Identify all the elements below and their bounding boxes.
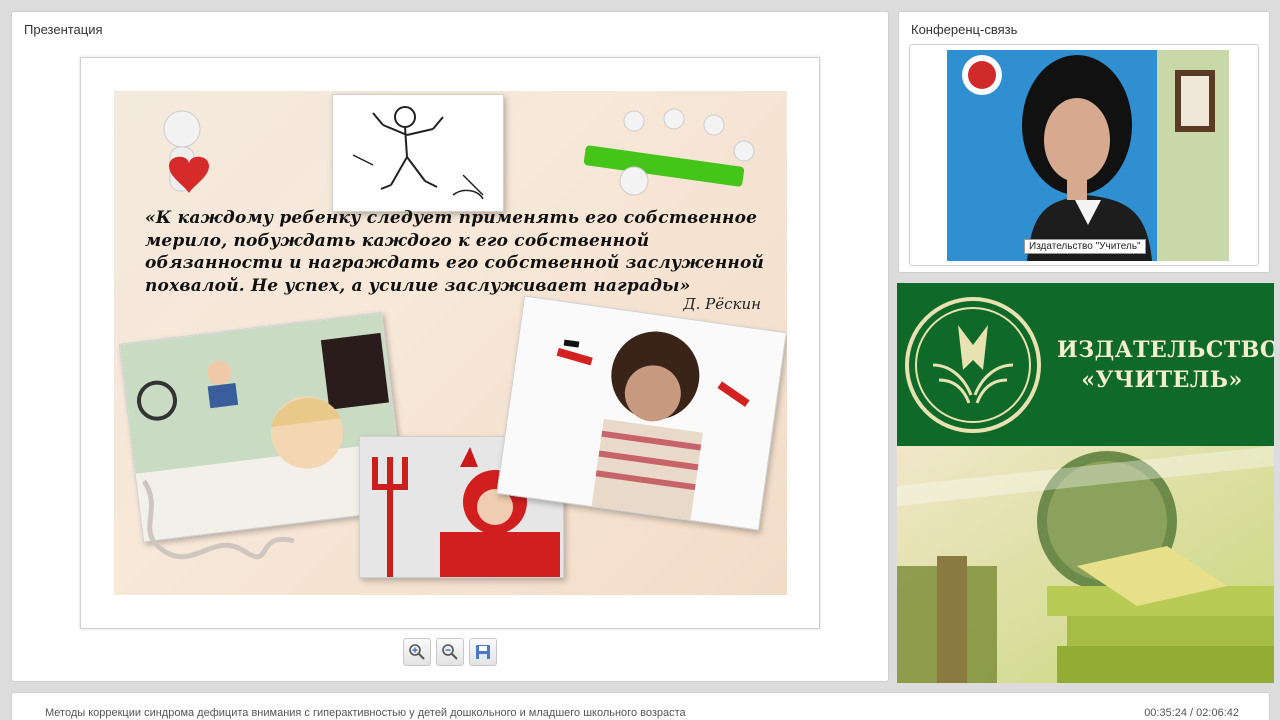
slide-toolbar xyxy=(403,638,503,668)
conference-title: Конференц-связь xyxy=(911,22,1018,37)
publisher-banner: ИЗДАТЕЛЬСТВО «УЧИТЕЛЬ» xyxy=(897,283,1274,683)
speaker-caption: Издательство "Учитель" xyxy=(1024,239,1146,254)
publisher-name-line2: «УЧИТЕЛЬ» xyxy=(1081,367,1243,393)
boy-photo xyxy=(496,295,787,531)
lecture-title: Методы коррекции синдрома дефицита внима… xyxy=(45,707,686,719)
save-button[interactable] xyxy=(469,638,497,666)
publisher-name: ИЗДАТЕЛЬСТВО «УЧИТЕЛЬ» xyxy=(1057,335,1274,395)
slide-author: Д. Рёскин xyxy=(683,295,761,313)
slide-quote: «К каждому ребенку следует применять его… xyxy=(145,208,765,296)
publisher-logo-icon xyxy=(905,297,1041,433)
save-icon xyxy=(476,645,490,659)
footer-bar: Методы коррекции синдрома дефицита внима… xyxy=(11,692,1270,720)
playback-time: 00:35:24 / 02:06:42 xyxy=(1144,707,1239,719)
slide: «К каждому ребенку следует применять его… xyxy=(114,91,787,595)
zoom-in-icon xyxy=(409,644,425,660)
conference-panel: Конференц-связь Издательство "Учитель" xyxy=(898,11,1270,273)
zoom-in-button[interactable] xyxy=(403,638,431,666)
video-box: Издательство "Учитель" xyxy=(909,44,1259,266)
publisher-name-line1: ИЗДАТЕЛЬСТВО xyxy=(1057,337,1274,363)
speaker-video[interactable]: Издательство "Учитель" xyxy=(947,50,1229,261)
books-globe-image xyxy=(897,446,1274,683)
figure-heart-image xyxy=(163,110,209,193)
slide-frame: «К каждому ребенку следует применять его… xyxy=(80,57,820,629)
presentation-panel: Презентация «К каждому ребенку следует п… xyxy=(11,11,889,682)
presentation-title: Презентация xyxy=(24,22,103,37)
teamwork-image xyxy=(583,108,755,196)
sketch-image xyxy=(332,94,504,212)
ribbon-decoration xyxy=(141,479,295,560)
publisher-logo-area: ИЗДАТЕЛЬСТВО «УЧИТЕЛЬ» xyxy=(897,283,1274,446)
zoom-out-button[interactable] xyxy=(436,638,464,666)
zoom-out-icon xyxy=(442,644,458,660)
